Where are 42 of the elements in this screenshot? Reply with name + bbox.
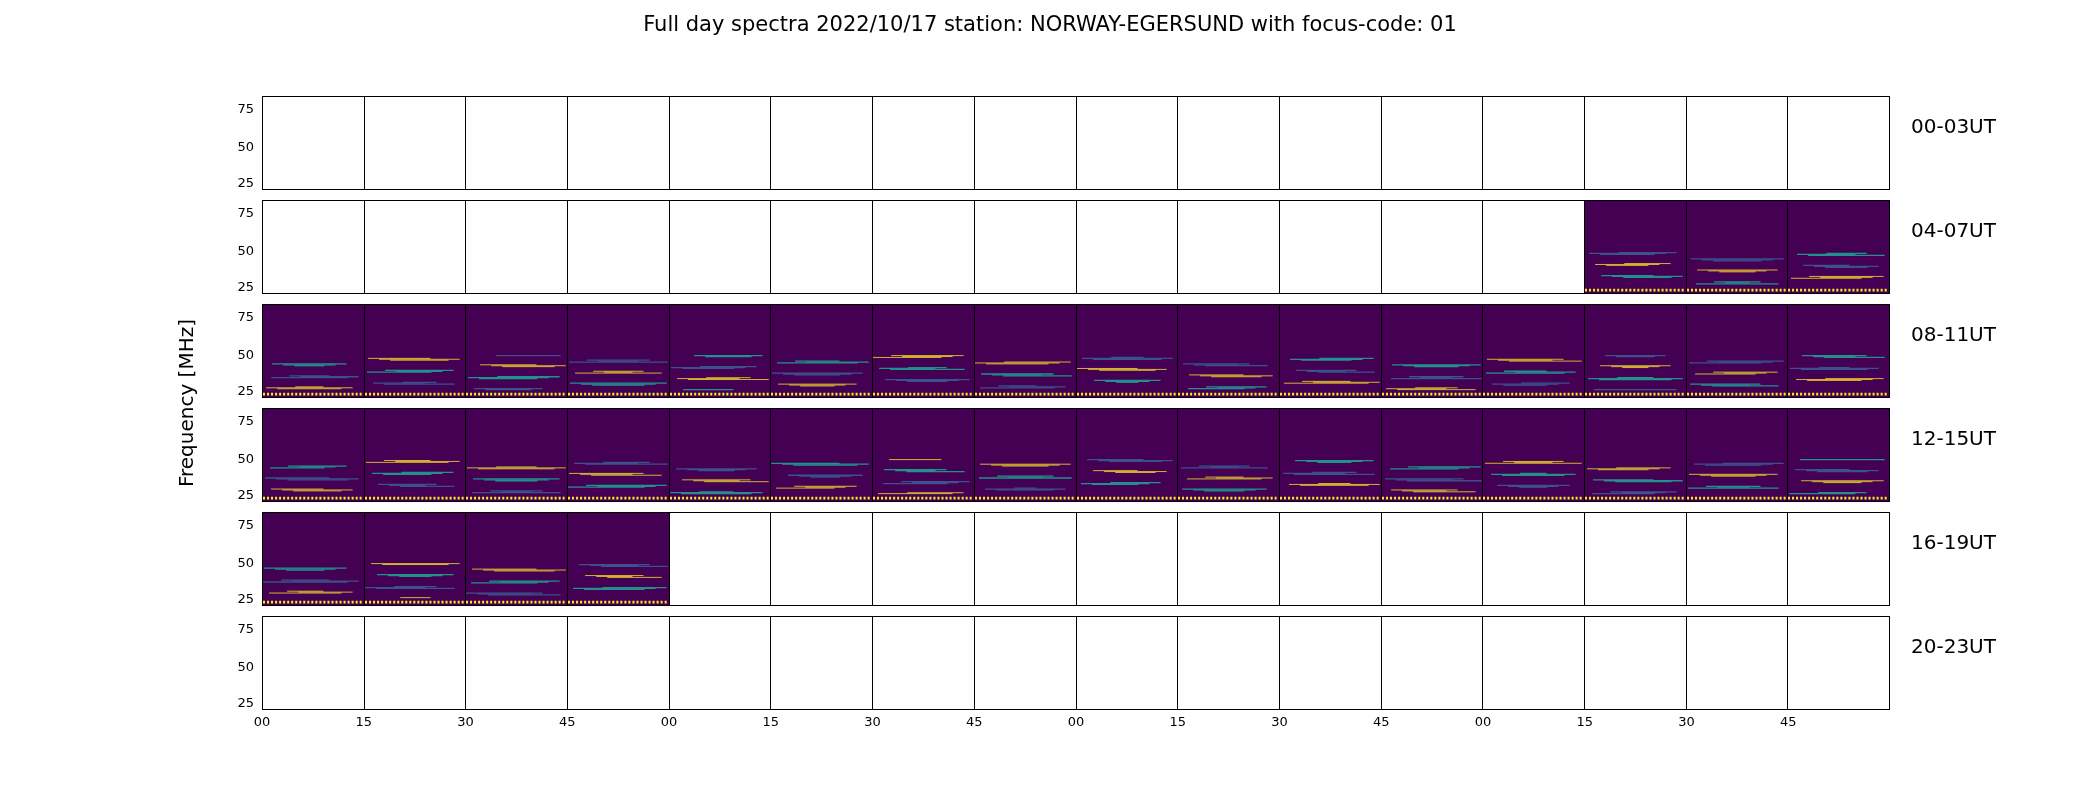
x-tick-label: 45 bbox=[1780, 714, 1797, 729]
x-tick-label: 30 bbox=[1271, 714, 1288, 729]
x-tick-label: 45 bbox=[1373, 714, 1390, 729]
y-tick-label: 25 bbox=[237, 382, 254, 398]
y-tick-label: 75 bbox=[237, 620, 254, 636]
row-time-label: 12-15UT bbox=[1911, 426, 1996, 450]
x-tick-label: 00 bbox=[253, 714, 271, 729]
y-tick-label: 25 bbox=[237, 590, 254, 606]
y-tick-label: 75 bbox=[237, 100, 254, 116]
x-tick-label: 00 bbox=[1474, 714, 1492, 729]
y-axis-label: Frequency [MHz] bbox=[175, 318, 197, 488]
y-tick-label: 25 bbox=[237, 174, 254, 190]
row-time-label: 16-19UT bbox=[1911, 530, 1996, 554]
x-tick-label: 45 bbox=[966, 714, 983, 729]
y-tick-label: 50 bbox=[237, 138, 254, 154]
y-tick-label: 25 bbox=[237, 278, 254, 294]
y-tick-label: 75 bbox=[237, 308, 254, 324]
y-tick-label: 50 bbox=[237, 450, 254, 466]
y-tick-label: 75 bbox=[237, 516, 254, 532]
y-tick-label: 50 bbox=[237, 346, 254, 362]
row-time-label: 08-11UT bbox=[1911, 322, 1996, 346]
y-tick-label: 50 bbox=[237, 242, 254, 258]
figure-title: Full day spectra 2022/10/17 station: NORWAY-EGERSUND with focus-code: 01 bbox=[643, 11, 1457, 37]
row-time-label: 04-07UT bbox=[1911, 218, 1996, 242]
y-tick-label: 25 bbox=[237, 486, 254, 502]
y-tick-label: 50 bbox=[237, 658, 254, 674]
x-tick-label: 15 bbox=[1576, 714, 1593, 729]
x-tick-label: 15 bbox=[355, 714, 372, 729]
x-tick-label: 30 bbox=[864, 714, 881, 729]
x-tick-label: 30 bbox=[1678, 714, 1695, 729]
x-tick-label: 45 bbox=[559, 714, 576, 729]
row-time-label: 00-03UT bbox=[1911, 114, 1996, 138]
y-tick-label: 25 bbox=[237, 694, 254, 710]
row-time-label: 20-23UT bbox=[1911, 634, 1996, 658]
x-tick-label: 15 bbox=[1169, 714, 1186, 729]
x-tick-label: 00 bbox=[1067, 714, 1085, 729]
y-tick-label: 75 bbox=[237, 412, 254, 428]
y-tick-label: 75 bbox=[237, 204, 254, 220]
x-tick-label: 00 bbox=[660, 714, 678, 729]
x-tick-label: 30 bbox=[457, 714, 474, 729]
x-tick-label: 15 bbox=[762, 714, 779, 729]
y-tick-label: 50 bbox=[237, 554, 254, 570]
